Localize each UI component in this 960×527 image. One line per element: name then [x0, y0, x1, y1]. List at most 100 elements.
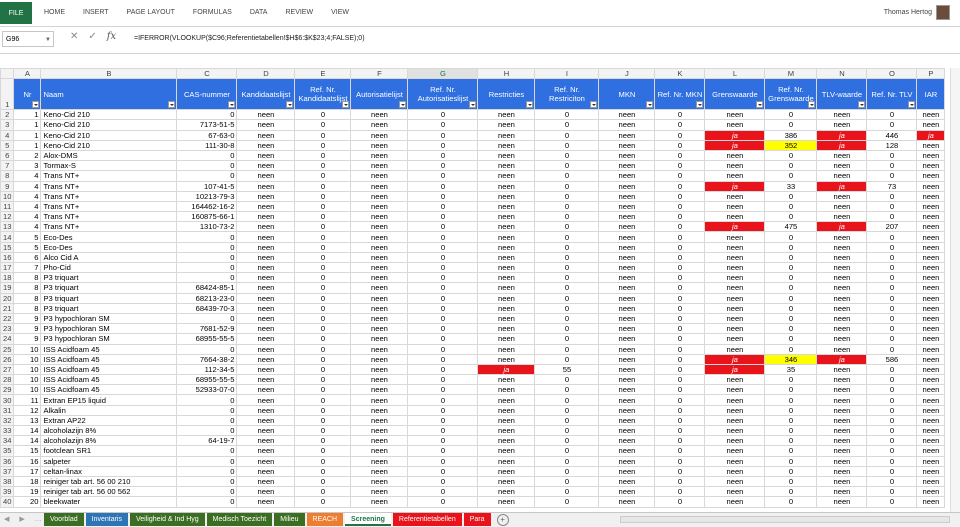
cell-h24[interactable]: neen — [477, 333, 536, 345]
row-header[interactable]: 23 — [0, 323, 15, 335]
row-header[interactable]: 18 — [0, 272, 15, 284]
cell-e4[interactable]: 0 — [294, 129, 352, 141]
cell-j20[interactable]: neen — [598, 292, 656, 304]
cell-d28[interactable]: neen — [236, 374, 296, 386]
cell-o38[interactable]: 0 — [866, 475, 918, 488]
cell-g27[interactable]: 0 — [407, 363, 479, 376]
cell-b24[interactable]: P3 hypochloran SM — [40, 333, 178, 345]
sheet-tab-voorblad[interactable]: Voorblad — [44, 513, 84, 526]
cell-b35[interactable]: footclean SR1 — [40, 445, 178, 457]
cell-o32[interactable]: 0 — [866, 414, 918, 427]
cell-b40[interactable]: bleekwater — [40, 496, 178, 508]
cell-n4[interactable]: ja — [816, 129, 868, 141]
cell-c24[interactable]: 68955-55-5 — [176, 333, 238, 345]
cell-e3[interactable]: 0 — [294, 119, 352, 131]
cell-p34[interactable]: neen — [916, 435, 946, 447]
cell-g28[interactable]: 0 — [407, 374, 479, 386]
cell-j11[interactable]: neen — [598, 200, 656, 213]
cell-d25[interactable]: neen — [236, 343, 296, 355]
cell-j33[interactable]: neen — [598, 424, 656, 437]
select-all-corner[interactable] — [0, 68, 15, 80]
cell-k7[interactable]: 0 — [654, 160, 706, 172]
row-header[interactable]: 1 — [0, 78, 15, 111]
cell-a21[interactable]: 8 — [13, 302, 42, 314]
ribbon-tab-insert[interactable]: INSERT — [83, 9, 109, 16]
table-column-header[interactable]: Ref. Nr. Grenswaarde — [764, 78, 818, 111]
cell-k4[interactable]: 0 — [654, 129, 706, 141]
cell-h3[interactable]: neen — [477, 119, 536, 131]
cell-k11[interactable]: 0 — [654, 200, 706, 213]
cell-j12[interactable]: neen — [598, 211, 656, 223]
cell-f2[interactable]: neen — [350, 109, 409, 121]
cell-k31[interactable]: 0 — [654, 404, 706, 416]
cell-m25[interactable]: 0 — [764, 343, 818, 355]
table-column-header[interactable]: Kandidaatslijst — [236, 78, 296, 111]
cell-p8[interactable]: neen — [916, 170, 946, 182]
cell-i32[interactable]: 0 — [534, 414, 600, 427]
cell-l28[interactable]: neen — [704, 374, 766, 386]
cell-h5[interactable]: neen — [477, 139, 536, 151]
cell-f23[interactable]: neen — [350, 323, 409, 335]
cell-g32[interactable]: 0 — [407, 414, 479, 427]
cell-f24[interactable]: neen — [350, 333, 409, 345]
cell-b2[interactable]: Keno-Cid 210 — [40, 109, 178, 121]
cell-p9[interactable]: neen — [916, 180, 946, 192]
cell-p17[interactable]: neen — [916, 261, 946, 274]
cell-a10[interactable]: 4 — [13, 190, 42, 202]
cell-n3[interactable]: neen — [816, 119, 868, 131]
row-header[interactable]: 10 — [0, 190, 15, 202]
cell-f27[interactable]: neen — [350, 363, 409, 376]
cell-g21[interactable]: 0 — [407, 302, 479, 314]
cell-m8[interactable]: 0 — [764, 170, 818, 182]
row-header[interactable]: 22 — [0, 312, 15, 325]
cell-g11[interactable]: 0 — [407, 200, 479, 213]
cell-g3[interactable]: 0 — [407, 119, 479, 131]
cell-a34[interactable]: 14 — [13, 435, 42, 447]
cell-i37[interactable]: 0 — [534, 465, 600, 477]
cell-d26[interactable]: neen — [236, 353, 296, 365]
cell-h8[interactable]: neen — [477, 170, 536, 182]
cell-a28[interactable]: 10 — [13, 374, 42, 386]
cell-b39[interactable]: reiniger tab art. 56 00 562 — [40, 486, 178, 498]
cell-d12[interactable]: neen — [236, 211, 296, 223]
cell-m20[interactable]: 0 — [764, 292, 818, 304]
ribbon-tab-review[interactable]: REVIEW — [285, 9, 313, 16]
cell-b11[interactable]: Trans NT+ — [40, 200, 178, 213]
cell-c23[interactable]: 7681-52-9 — [176, 323, 238, 335]
cell-j34[interactable]: neen — [598, 435, 656, 447]
cell-m15[interactable]: 0 — [764, 241, 818, 253]
cell-e6[interactable]: 0 — [294, 149, 352, 162]
cell-p14[interactable]: neen — [916, 231, 946, 243]
cell-a32[interactable]: 13 — [13, 414, 42, 427]
cell-f28[interactable]: neen — [350, 374, 409, 386]
cell-j7[interactable]: neen — [598, 160, 656, 172]
cell-n12[interactable]: neen — [816, 211, 868, 223]
cell-f11[interactable]: neen — [350, 200, 409, 213]
cell-k28[interactable]: 0 — [654, 374, 706, 386]
cell-n9[interactable]: ja — [816, 180, 868, 192]
cell-a17[interactable]: 7 — [13, 261, 42, 274]
cell-g33[interactable]: 0 — [407, 424, 479, 437]
cell-i18[interactable]: 0 — [534, 272, 600, 284]
add-sheet-icon[interactable]: + — [496, 514, 509, 526]
cell-n35[interactable]: neen — [816, 445, 868, 457]
column-header-j[interactable]: J — [598, 68, 656, 80]
cell-p22[interactable]: neen — [916, 312, 946, 325]
cell-a33[interactable]: 14 — [13, 424, 42, 437]
cell-i7[interactable]: 0 — [534, 160, 600, 172]
filter-dropdown-icon[interactable] — [808, 101, 816, 109]
cell-j16[interactable]: neen — [598, 251, 656, 264]
cell-p39[interactable]: neen — [916, 486, 946, 498]
vertical-scrollbar[interactable] — [950, 68, 960, 512]
cell-c27[interactable]: 112-34-5 — [176, 363, 238, 376]
cell-i40[interactable]: 0 — [534, 496, 600, 508]
cell-p28[interactable]: neen — [916, 374, 946, 386]
cell-m22[interactable]: 0 — [764, 312, 818, 325]
cancel-icon[interactable]: ✕ — [70, 31, 78, 42]
cell-a30[interactable]: 11 — [13, 394, 42, 406]
formula-input[interactable]: =IFERROR(VLOOKUP($C96;Referentietabellen… — [134, 31, 365, 47]
row-header[interactable]: 32 — [0, 414, 15, 427]
row-header[interactable]: 8 — [0, 170, 15, 182]
cell-c10[interactable]: 10213-79-3 — [176, 190, 238, 202]
cell-m12[interactable]: 0 — [764, 211, 818, 223]
